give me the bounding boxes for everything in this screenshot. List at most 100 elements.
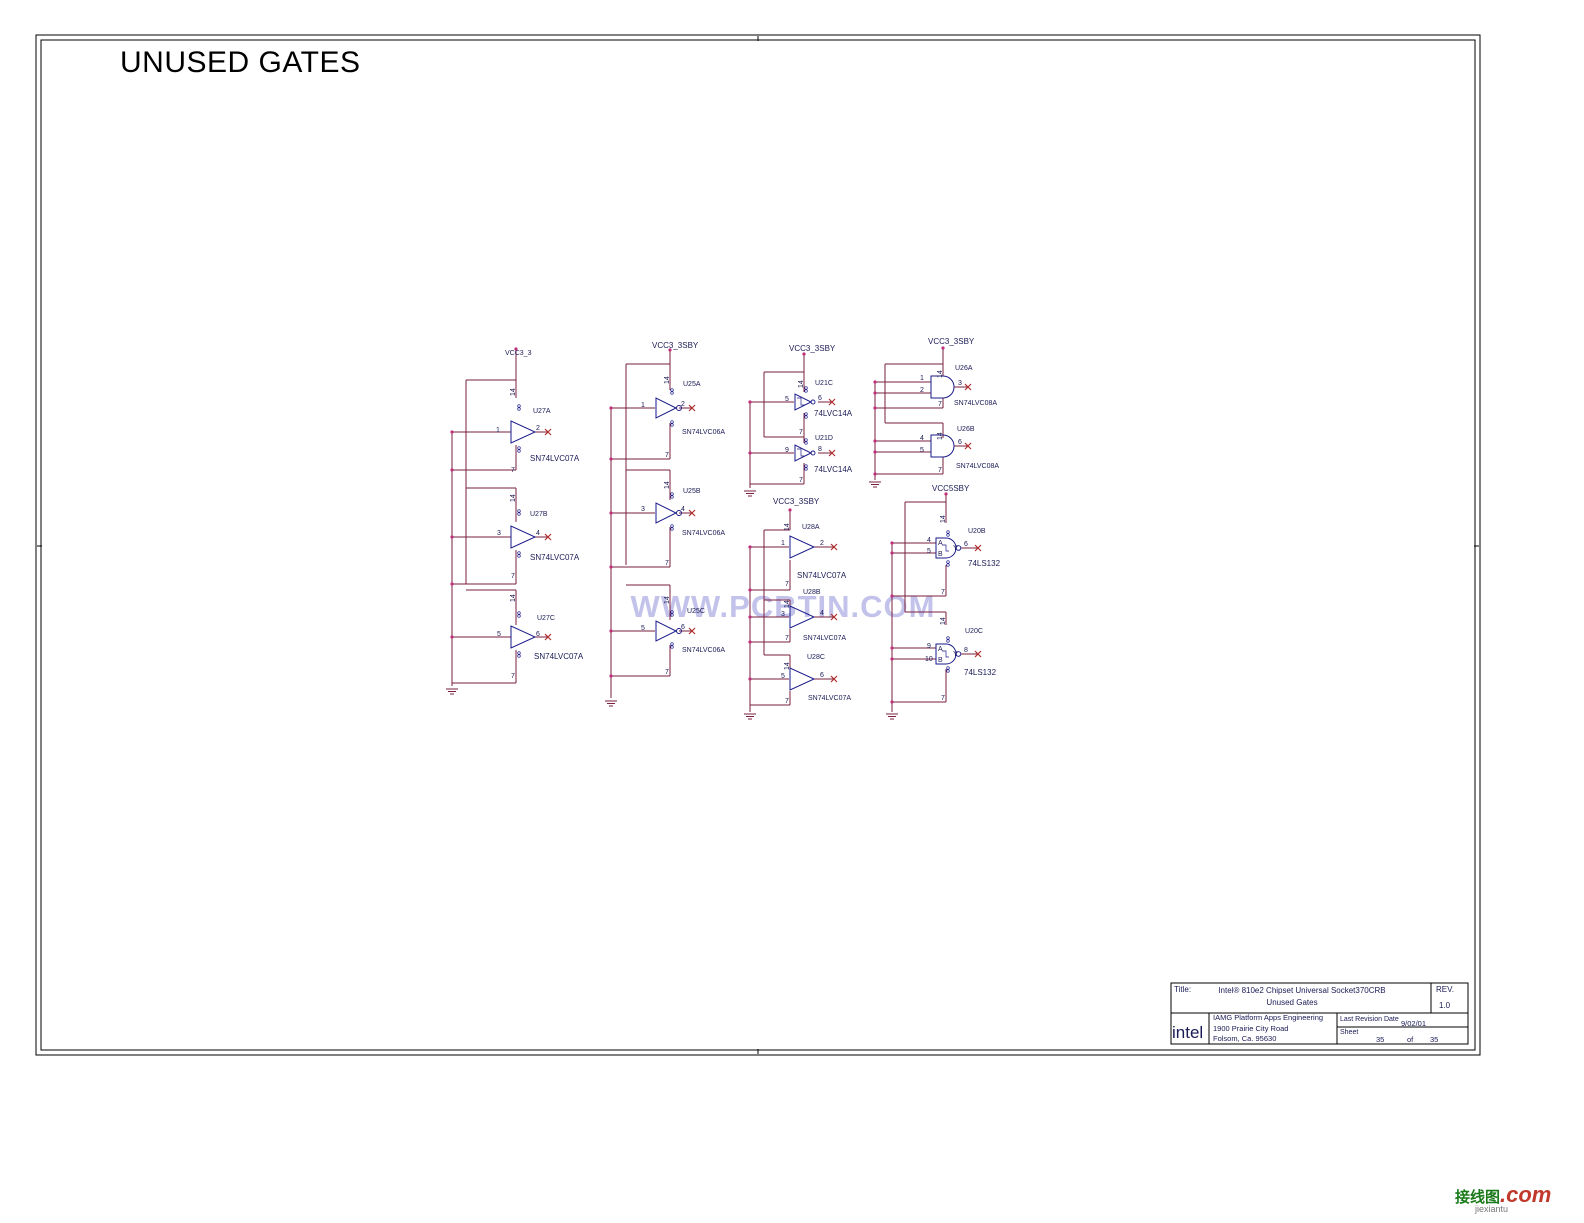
pin-u25b-in: 3: [641, 506, 645, 513]
ref-u28b: U28B: [803, 589, 821, 596]
pin-u26a-out: 3: [958, 380, 962, 387]
pin-u20b-vcc: 14: [940, 515, 947, 523]
pin-u28b-in: 3: [781, 611, 785, 618]
sheet-num: 35: [1376, 1035, 1384, 1044]
pin-u27b-vcc: 14: [510, 494, 517, 502]
pin-u25c-in: 5: [641, 625, 645, 632]
rev-value: 1.0: [1439, 1001, 1451, 1010]
gate-u27a: U27A 1 2 14 7 SN74LVC07A: [496, 388, 580, 474]
pin-u27b-out: 4: [536, 530, 540, 537]
sheet-total: 35: [1430, 1035, 1438, 1044]
org-line1: IAMG Platform Apps Engineering: [1213, 1013, 1323, 1022]
pin-u25a-out: 2: [681, 401, 685, 408]
pin-u21d-out: 8: [818, 446, 822, 453]
pin-u27a-vcc: 14: [510, 388, 517, 396]
net-col1: VCC3_3: [505, 350, 532, 357]
pin-u20c-b: B: [938, 657, 943, 664]
pin-u20c-vcc: 14: [940, 617, 947, 625]
net-col4: VCC3_3SBY: [928, 337, 975, 346]
pin-u21c-gnd: 7: [799, 429, 803, 436]
part-u27b: SN74LVC07A: [530, 553, 580, 562]
sheet-border: [35, 34, 1481, 1056]
pin-u28c-vcc: 14: [784, 662, 791, 670]
part-u28b: SN74LVC07A: [803, 635, 846, 642]
pin-u26a-in1: 1: [920, 375, 924, 382]
title-label: Title:: [1174, 985, 1191, 994]
net-col3: VCC3_3SBY: [789, 344, 836, 353]
pin-u26a-gnd: 7: [938, 401, 942, 408]
pin-u21c-out: 6: [818, 395, 822, 402]
pin-u25b-out: 4: [681, 506, 685, 513]
center-watermark: WWW.PCBTIN.COM: [630, 589, 935, 624]
pin-u26a-vcc: 14: [937, 370, 944, 378]
pin-u28b-out: 4: [820, 610, 824, 617]
pin-u27a-out: 2: [536, 425, 540, 432]
pin-u20b-a: A: [938, 540, 943, 547]
last-rev-label: Last Revision Date: [1340, 1016, 1399, 1023]
pin-u25a-vcc: 14: [664, 376, 671, 384]
pin-u27a-gnd: 7: [511, 467, 515, 474]
pin-u21c-vcc: 14: [798, 380, 805, 388]
gate-u25b: U25B 3 4 14 7 SN74LVC06A: [641, 481, 725, 567]
net-col3b: VCC3_3SBY: [773, 497, 820, 506]
ref-u21d: U21D: [815, 435, 833, 442]
ref-u28a: U28A: [802, 524, 820, 531]
pin-u28a-out: 2: [820, 540, 824, 547]
pin-u20b-b: B: [938, 551, 943, 558]
pin-u20c-in1: 9: [927, 643, 931, 650]
ref-u25c: U25C: [687, 608, 705, 615]
pin-u20b-in1: 4: [927, 537, 931, 544]
pin-u25c-gnd: 7: [665, 669, 669, 676]
org-line3: Folsom, Ca. 95630: [1213, 1034, 1276, 1043]
part-u21d: 74LVC14A: [814, 465, 853, 474]
ref-u25b: U25B: [683, 488, 701, 495]
pin-u21d-in: 9: [785, 447, 789, 454]
pin-u27a-in: 1: [496, 427, 500, 434]
org-line2: 1900 Prairie City Road: [1213, 1024, 1288, 1033]
ref-u28c: U28C: [807, 654, 825, 661]
corner-watermark-sub: jiexiantu: [1475, 1204, 1509, 1214]
part-u25a: SN74LVC06A: [682, 429, 725, 436]
part-u20b: 74LS132: [968, 559, 1001, 568]
part-u28a: SN74LVC07A: [797, 571, 847, 580]
ref-u27c: U27C: [537, 615, 555, 622]
gate-u20b: U20B 4 5 A B Y 6 14 7 74LS132: [927, 515, 1001, 596]
part-u25c: SN74LVC06A: [682, 647, 725, 654]
ref-u27b: U27B: [530, 511, 548, 518]
pin-u26b-gnd: 7: [938, 467, 942, 474]
gate-u26b: U26B 4 5 6 14 7 SN74LVC08A: [920, 426, 999, 474]
schematic-sheet: WWW.PCBTIN.COM VCC3_3 U27A 1 2 14 7 SN74…: [35, 34, 1481, 1056]
gate-u21d: U21D 9 8 7 74LVC14A: [785, 435, 853, 484]
gate-u26a: U26A 1 2 3 14 7 SN74LVC08A: [920, 365, 997, 408]
pin-u20b-y: Y: [953, 545, 958, 552]
ref-u27a: U27A: [533, 408, 551, 415]
pin-u27b-gnd: 7: [511, 573, 515, 580]
ref-u26b: U26B: [957, 426, 975, 433]
net-col2: VCC3_3SBY: [652, 341, 699, 350]
pin-u20b-in2: 5: [927, 548, 931, 555]
pin-u25a-gnd: 7: [665, 452, 669, 459]
page-title: UNUSED GATES: [120, 46, 361, 79]
pin-u21d-gnd: 7: [799, 477, 803, 484]
pin-u28a-vcc: 14: [784, 523, 791, 531]
sheet-label: Sheet: [1340, 1029, 1358, 1036]
title-line1: Intel® 810e2 Chipset Universal Socket370…: [1218, 986, 1385, 995]
net-col4b: VCC5SBY: [932, 484, 970, 493]
part-u26a: SN74LVC08A: [954, 400, 997, 407]
pin-u27b-in: 3: [497, 530, 501, 537]
pin-u20c-gnd: 7: [941, 695, 945, 702]
pin-u21c-in: 5: [785, 396, 789, 403]
pin-u28b-vcc: 14: [784, 600, 791, 608]
pin-u28b-gnd: 7: [785, 635, 789, 642]
col2-u25-group: [610, 350, 692, 698]
pin-u26b-vcc: 14: [937, 432, 944, 440]
part-u20c: 74LS132: [964, 668, 997, 677]
part-u27a: SN74LVC07A: [530, 454, 580, 463]
pin-u26b-in1: 4: [920, 435, 924, 442]
gate-u21c: U21C 5 6 14 7 74LVC14A: [785, 380, 853, 436]
gate-u25a: U25A 1 2 14 7 SN74LVC06A: [641, 376, 725, 459]
ref-u20c: U20C: [965, 628, 983, 635]
title-block: Title: Intel® 810e2 Chipset Universal So…: [1170, 982, 1469, 1045]
pin-u28c-out: 6: [820, 672, 824, 679]
pin-u27c-vcc: 14: [510, 594, 517, 602]
